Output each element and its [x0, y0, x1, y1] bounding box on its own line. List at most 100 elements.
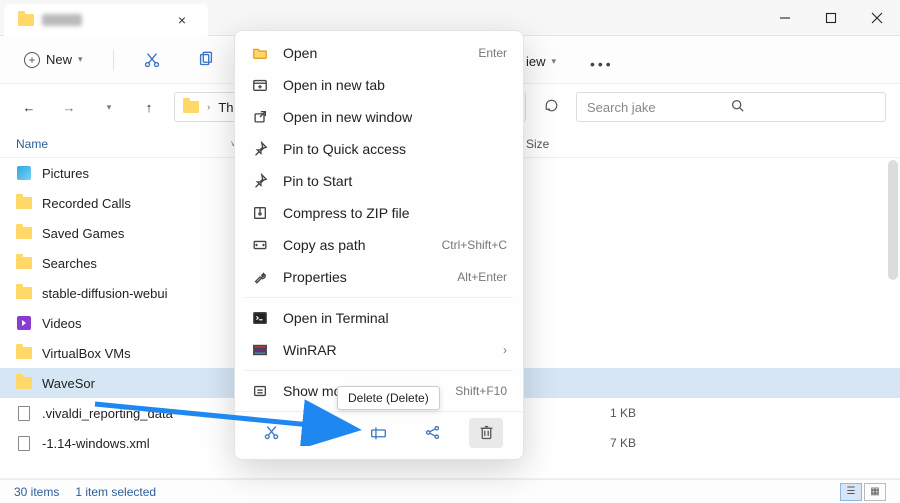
- external-icon: [251, 108, 269, 126]
- context-item-label: Open: [283, 45, 464, 61]
- folder-icon: [16, 195, 32, 211]
- folder-icon: [18, 14, 34, 26]
- separator: [245, 370, 513, 371]
- more-button[interactable]: •••: [590, 56, 614, 72]
- copy-button[interactable]: [308, 418, 342, 448]
- plus-icon: +: [24, 52, 40, 68]
- file-icon: [16, 435, 32, 451]
- context-item-copy-as-path[interactable]: Copy as path Ctrl+Shift+C: [235, 229, 523, 261]
- file-name: WaveSor: [42, 376, 256, 391]
- shortcut-hint: Alt+Enter: [457, 270, 507, 284]
- search-placeholder: Search jake: [587, 100, 731, 115]
- context-item-pin-to-quick-access[interactable]: Pin to Quick access: [235, 133, 523, 165]
- context-item-open-in-new-tab[interactable]: Open in new tab: [235, 69, 523, 101]
- folder-icon: [183, 101, 199, 113]
- pictures-icon: [16, 165, 32, 181]
- folder-icon: [16, 285, 32, 301]
- tab-title: [42, 14, 82, 26]
- open-folder-icon: [251, 44, 269, 62]
- cut-button[interactable]: [255, 418, 289, 448]
- videos-icon: [16, 315, 32, 331]
- terminal-icon: [251, 309, 269, 327]
- context-item-open-in-terminal[interactable]: Open in Terminal: [235, 302, 523, 334]
- folder-icon: [16, 255, 32, 271]
- search-input[interactable]: Search jake: [576, 92, 886, 122]
- file-name: .vivaldi_reporting_data: [42, 406, 256, 421]
- tiles-view-button[interactable]: ▦: [864, 483, 886, 501]
- copy-icon: [197, 51, 215, 69]
- context-item-label: WinRAR: [283, 342, 489, 358]
- shortcut-hint: Shift+F10: [455, 384, 507, 398]
- separator: [113, 49, 114, 71]
- tab-close-button[interactable]: ×: [170, 12, 194, 28]
- file-name: Videos: [42, 316, 256, 331]
- scrollbar[interactable]: [888, 160, 898, 280]
- up-button[interactable]: ↑: [134, 92, 164, 122]
- folder-icon: [16, 225, 32, 241]
- chevron-right-icon: ›: [207, 102, 210, 113]
- context-item-label: Copy as path: [283, 237, 428, 253]
- new-button[interactable]: + New ▾: [16, 48, 91, 72]
- window-controls: [762, 0, 900, 35]
- context-item-label: Pin to Start: [283, 173, 507, 189]
- view-mode-toggles: ☰ ▦: [840, 483, 886, 501]
- minimize-button[interactable]: [762, 0, 808, 35]
- close-button[interactable]: [854, 0, 900, 35]
- share-button[interactable]: [416, 418, 450, 448]
- context-item-label: Pin to Quick access: [283, 141, 507, 157]
- context-item-label: Open in Terminal: [283, 310, 507, 326]
- pin-icon: [251, 140, 269, 158]
- separator: [245, 297, 513, 298]
- file-name: Searches: [42, 256, 256, 271]
- back-button[interactable]: ←: [14, 92, 44, 122]
- details-view-button[interactable]: ☰: [840, 483, 862, 501]
- file-size: 7 KB: [556, 436, 636, 450]
- context-item-pin-to-start[interactable]: Pin to Start: [235, 165, 523, 197]
- column-size[interactable]: Size: [526, 137, 606, 151]
- column-name[interactable]: Name ˅: [16, 137, 256, 151]
- more-icon: [251, 382, 269, 400]
- view-dropdown[interactable]: iew ▾: [526, 54, 556, 69]
- chevron-right-icon: ›: [503, 343, 507, 357]
- context-item-properties[interactable]: Properties Alt+Enter: [235, 261, 523, 293]
- new-label: New: [46, 52, 72, 67]
- file-size: 1 KB: [556, 406, 636, 420]
- status-bar: 30 items 1 item selected ☰ ▦: [0, 479, 900, 503]
- search-icon: [731, 99, 875, 115]
- window-tab[interactable]: ×: [4, 4, 208, 36]
- refresh-button[interactable]: [536, 98, 566, 116]
- context-item-open[interactable]: Open Enter: [235, 37, 523, 69]
- cut-button[interactable]: [136, 44, 168, 76]
- pin-icon: [251, 172, 269, 190]
- chevron-down-icon: ▾: [78, 54, 83, 65]
- forward-button[interactable]: →: [54, 92, 84, 122]
- context-item-label: Properties: [283, 269, 443, 285]
- winrar-icon: [251, 341, 269, 359]
- context-item-open-in-new-window[interactable]: Open in new window: [235, 101, 523, 133]
- shortcut-hint: Ctrl+Shift+C: [442, 238, 507, 252]
- file-name: Pictures: [42, 166, 256, 181]
- maximize-button[interactable]: [808, 0, 854, 35]
- file-name: VirtualBox VMs: [42, 346, 256, 361]
- delete-tooltip: Delete (Delete): [337, 386, 440, 410]
- wrench-icon: [251, 268, 269, 286]
- context-item-winrar[interactable]: WinRAR ›: [235, 334, 523, 366]
- file-icon: [16, 405, 32, 421]
- recent-button[interactable]: ▾: [94, 92, 124, 122]
- scissors-icon: [143, 51, 161, 69]
- chevron-down-icon: ▾: [552, 56, 557, 67]
- copy-button[interactable]: [190, 44, 222, 76]
- new-tab-icon: [251, 76, 269, 94]
- delete-button[interactable]: [469, 418, 503, 448]
- folder-icon: [16, 345, 32, 361]
- context-item-compress-to-zip-file[interactable]: Compress to ZIP file: [235, 197, 523, 229]
- context-item-label: Open in new tab: [283, 77, 507, 93]
- file-name: stable-diffusion-webui: [42, 286, 256, 301]
- path-icon: [251, 236, 269, 254]
- selection-count: 1 item selected: [75, 485, 156, 499]
- folder-icon: [16, 375, 32, 391]
- zip-icon: [251, 204, 269, 222]
- rename-button[interactable]: [362, 418, 396, 448]
- context-action-bar: [235, 411, 523, 453]
- shortcut-hint: Enter: [478, 46, 507, 60]
